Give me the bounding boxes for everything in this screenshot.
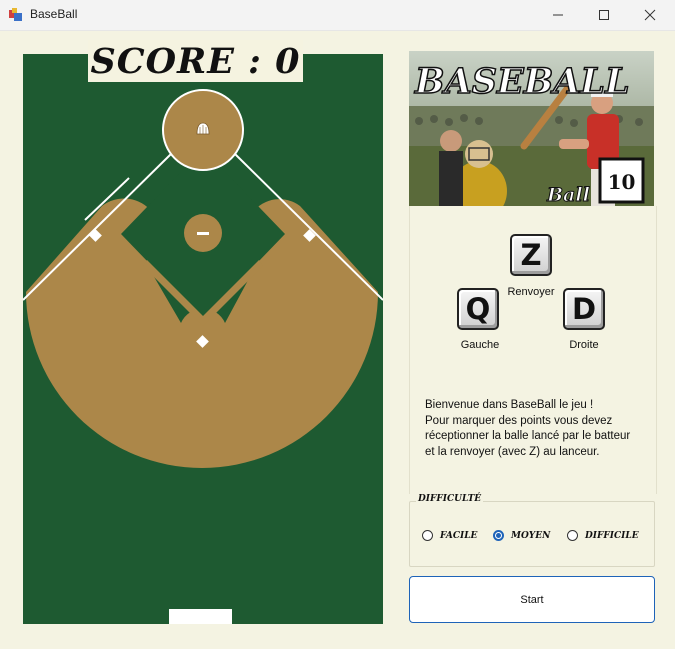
start-button[interactable]: Start (409, 576, 655, 623)
close-button[interactable] (627, 0, 673, 30)
intro-text: Bienvenue dans BaseBall le jeu ! Pour ma… (425, 398, 650, 460)
title-bar: BaseBall (0, 0, 675, 31)
key-d-label: Droite (569, 339, 599, 351)
minimize-icon (553, 14, 563, 16)
intro-line-2: Pour marquer des points vous devez (425, 414, 613, 427)
maximize-button[interactable] (581, 0, 627, 30)
radio-facile-label[interactable]: FACILE (440, 531, 477, 541)
key-q-label: Gauche (460, 339, 500, 351)
radio-moyen-label[interactable]: MOYEN (511, 531, 550, 541)
radio-difficile[interactable]: DIFFICILE (567, 530, 639, 541)
app-icon (9, 8, 22, 21)
intro-line-1: Bienvenue dans BaseBall le jeu ! (425, 399, 594, 411)
radio-facile[interactable]: FACILE (422, 530, 477, 541)
field-drawing (23, 89, 383, 468)
player-catcher (169, 609, 232, 624)
balls-counter: 10 (608, 170, 636, 194)
maximize-icon (599, 10, 609, 20)
pitcher-rubber (197, 232, 209, 235)
score-display: SCORE : 0 (88, 40, 303, 82)
radio-facile-circle[interactable] (422, 530, 433, 541)
score-label: SCORE : 0 (90, 41, 301, 82)
intro-line-4: et la renvoyer (avec Z) au lanceur. (425, 445, 600, 458)
minimize-button[interactable] (535, 0, 581, 30)
radio-difficile-label[interactable]: DIFFICILE (585, 531, 639, 541)
window-title: BaseBall (30, 7, 78, 21)
key-q: Q (457, 288, 499, 330)
close-icon (644, 9, 656, 21)
batter-icon (196, 122, 210, 135)
key-d: D (563, 288, 605, 330)
radio-moyen[interactable]: MOYEN (493, 530, 550, 541)
baseball-logo-image: BASEBALL Ball 10 (409, 51, 654, 206)
key-z: Z (510, 234, 552, 276)
logo-title: BASEBALL (414, 61, 630, 102)
key-q-letter: Q (465, 292, 491, 326)
difficulty-group: DIFFICULTÉ FACILE MOYEN DIFFICILE (409, 494, 655, 567)
key-z-letter: Z (520, 238, 542, 272)
intro-line-3: réceptionner la balle lancé par le batte… (425, 430, 631, 442)
logo-ball-word: Ball (546, 184, 590, 206)
key-z-label: Renvoyer (507, 286, 555, 298)
radio-moyen-circle[interactable] (493, 530, 504, 541)
key-d-letter: D (571, 292, 597, 326)
difficulty-legend: DIFFICULTÉ (416, 494, 484, 504)
radio-difficile-circle[interactable] (567, 530, 578, 541)
baseball-field (23, 54, 383, 624)
